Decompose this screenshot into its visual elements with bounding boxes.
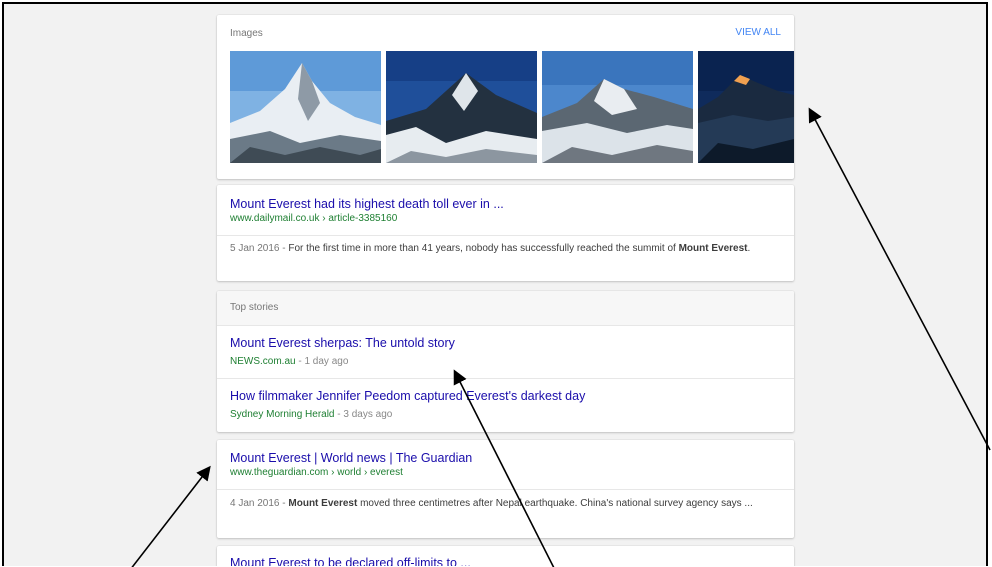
snippet-text: moved three centimetres after Nepal eart…: [357, 498, 753, 509]
story-source: Sydney Morning Herald: [230, 409, 335, 420]
images-card: Images VIEW ALL: [217, 15, 794, 179]
view-all-link[interactable]: VIEW ALL: [735, 27, 781, 38]
story-time: - 3 days ago: [334, 409, 393, 420]
screenshot-frame: Images VIEW ALL Mount Everest had its hi…: [2, 2, 988, 566]
result-date: 5 Jan 2016: [230, 243, 280, 254]
snippet-bold-term: Mount Everest: [678, 243, 748, 254]
result-snippet: 5 Jan 2016 - For the first time in more …: [230, 242, 778, 256]
search-result-card: Mount Everest | World news | The Guardia…: [217, 440, 794, 538]
image-thumbnail-1[interactable]: [230, 51, 381, 163]
images-header: Images: [230, 28, 263, 39]
search-result-card: Mount Everest to be declared off-limits …: [217, 546, 794, 566]
image-thumbnail-3[interactable]: [542, 51, 693, 163]
result-title-link[interactable]: Mount Everest had its highest death toll…: [230, 196, 504, 212]
story-item[interactable]: Mount Everest sherpas: The untold story …: [217, 326, 794, 378]
result-title-link[interactable]: Mount Everest to be declared off-limits …: [230, 555, 471, 566]
result-url: www.theguardian.com › world › everest: [230, 467, 403, 478]
result-title-link[interactable]: Mount Everest | World news | The Guardia…: [230, 450, 472, 466]
search-result-card: Mount Everest had its highest death toll…: [217, 185, 794, 281]
divider: [217, 489, 794, 490]
snippet-text: For the first time in more than 41 years…: [288, 243, 679, 254]
result-snippet: 4 Jan 2016 - Mount Everest moved three c…: [230, 497, 778, 511]
story-time: - 1 day ago: [295, 356, 349, 367]
divider: [217, 235, 794, 236]
result-url: www.dailymail.co.uk › article-3385160: [230, 213, 398, 224]
story-meta: Sydney Morning Herald - 3 days ago: [230, 408, 392, 421]
story-meta: NEWS.com.au - 1 day ago: [230, 355, 348, 368]
image-thumbnail-4[interactable]: [698, 51, 794, 163]
image-thumbnail-2[interactable]: [386, 51, 537, 163]
story-title-link[interactable]: How filmmaker Jennifer Peedom captured E…: [230, 388, 585, 404]
story-title-link[interactable]: Mount Everest sherpas: The untold story: [230, 335, 455, 351]
snippet-text-end: .: [747, 243, 751, 254]
story-item[interactable]: How filmmaker Jennifer Peedom captured E…: [217, 379, 794, 431]
story-source: NEWS.com.au: [230, 356, 296, 367]
top-stories-header-bar: Top stories: [217, 291, 794, 325]
result-date: 4 Jan 2016: [230, 498, 280, 509]
top-stories-header: Top stories: [230, 302, 279, 313]
top-stories-card: Top stories Mount Everest sherpas: The u…: [217, 291, 794, 432]
snippet-bold-term: Mount Everest: [288, 498, 358, 509]
